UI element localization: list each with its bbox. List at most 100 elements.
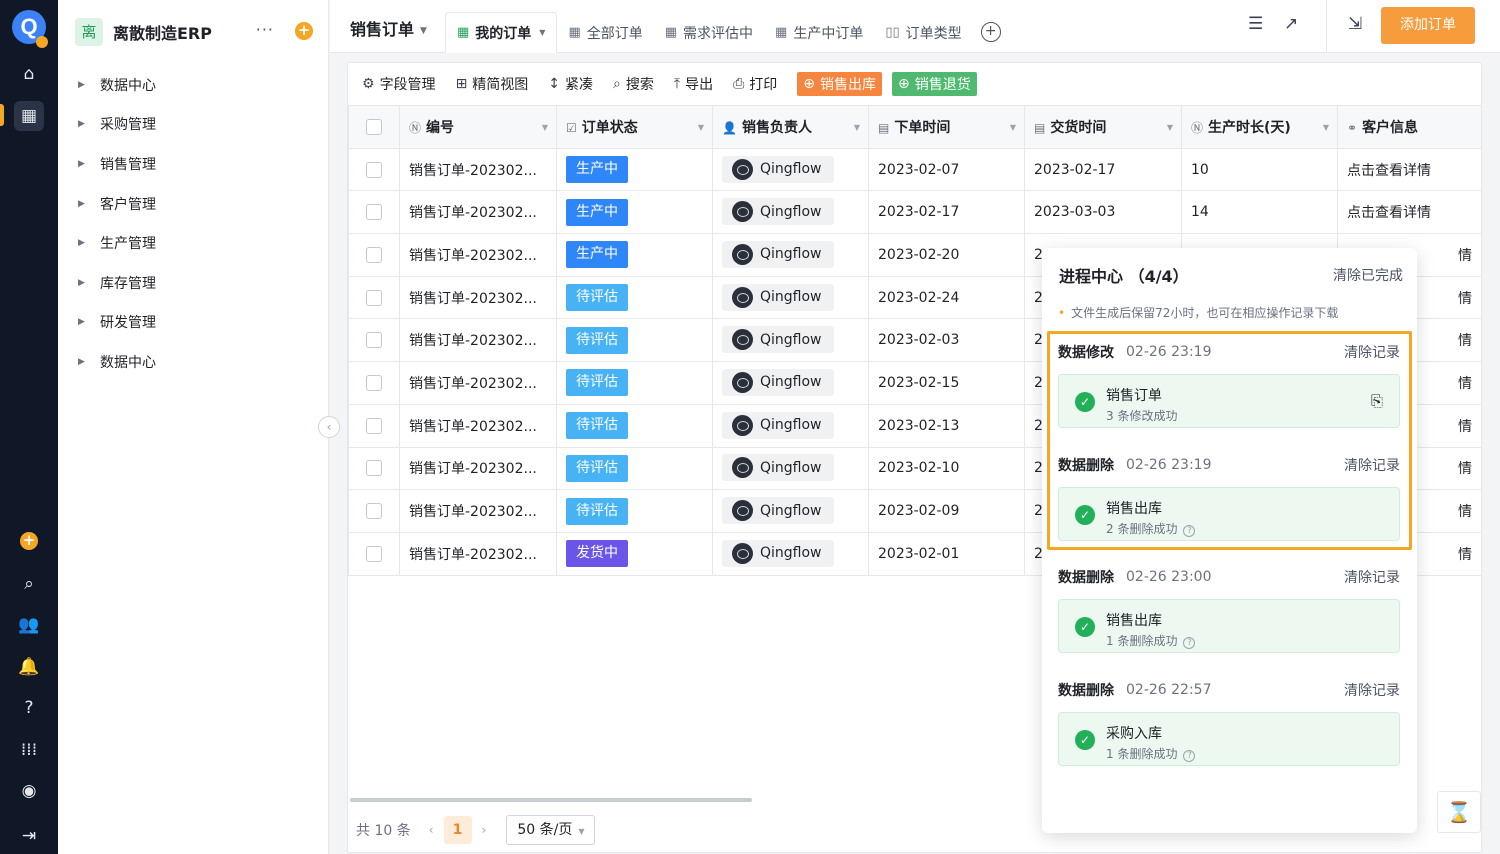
owner-chip[interactable]: Qingflow bbox=[722, 540, 834, 567]
search-button[interactable]: ⌕搜索 bbox=[613, 74, 654, 94]
order-date-cell[interactable]: 2023-02-24 bbox=[869, 276, 1025, 319]
order-id-cell[interactable]: 销售订单-202302... bbox=[400, 148, 557, 191]
menu-item[interactable]: ▶数据中心 bbox=[78, 65, 156, 105]
order-date-cell[interactable]: 2023-02-10 bbox=[869, 447, 1025, 490]
column-header[interactable]: 👤销售负责人▼ bbox=[713, 106, 869, 149]
order-date-cell[interactable]: 2023-02-03 bbox=[869, 319, 1025, 362]
horizontal-scrollbar[interactable] bbox=[350, 798, 752, 802]
prev-page-icon[interactable]: ‹ bbox=[429, 823, 434, 837]
apps-icon[interactable]: ▦ bbox=[14, 101, 44, 131]
row-checkbox[interactable] bbox=[366, 546, 382, 562]
contacts-icon[interactable]: 👥 bbox=[14, 610, 44, 640]
menu-item[interactable]: ▶研发管理 bbox=[78, 303, 156, 343]
tab-all-orders[interactable]: ▦全部订单 bbox=[557, 12, 653, 53]
delivery-date-cell[interactable]: 2023-02-17 bbox=[1025, 148, 1182, 191]
help-icon[interactable]: ? bbox=[14, 693, 44, 723]
column-header[interactable]: Ⓝ生产时长(天)▼ bbox=[1182, 106, 1338, 149]
owner-chip[interactable]: Qingflow bbox=[722, 241, 834, 268]
grid-icon[interactable]: ⁞⁞⁞ bbox=[14, 735, 44, 765]
owner-chip[interactable]: Qingflow bbox=[722, 326, 834, 353]
menu-item[interactable]: ▶销售管理 bbox=[78, 144, 156, 184]
customer-info-cell[interactable]: 点击查看详情 bbox=[1338, 148, 1482, 191]
owner-chip[interactable]: Qingflow bbox=[722, 412, 834, 439]
page-size-select[interactable]: 50 条/页▼ bbox=[506, 815, 595, 845]
column-header[interactable]: ⚭客户信息 bbox=[1338, 106, 1482, 149]
order-id-cell[interactable]: 销售订单-202302... bbox=[400, 276, 557, 319]
add-menu-button[interactable]: + bbox=[295, 22, 313, 40]
order-id-cell[interactable]: 销售订单-202302... bbox=[400, 319, 557, 362]
row-checkbox[interactable] bbox=[366, 247, 382, 263]
customer-info-cell[interactable]: 点击查看详情 bbox=[1338, 191, 1482, 234]
order-date-cell[interactable]: 2023-02-20 bbox=[869, 234, 1025, 277]
order-date-cell[interactable]: 2023-02-01 bbox=[869, 532, 1025, 575]
order-date-cell[interactable]: 2023-02-17 bbox=[869, 191, 1025, 234]
row-checkbox[interactable] bbox=[366, 290, 382, 306]
avatar-icon[interactable]: ◉ bbox=[14, 776, 44, 806]
owner-chip[interactable]: Qingflow bbox=[722, 497, 834, 524]
row-checkbox[interactable] bbox=[366, 418, 382, 434]
compact-button[interactable]: ↕紧凑 bbox=[548, 74, 593, 94]
order-id-cell[interactable]: 销售订单-202302... bbox=[400, 404, 557, 447]
select-all-checkbox[interactable] bbox=[366, 119, 382, 135]
tab-evaluating[interactable]: ▦需求评估中 bbox=[654, 12, 764, 53]
order-date-cell[interactable]: 2023-02-13 bbox=[869, 404, 1025, 447]
column-header[interactable]: ▤交货时间▼ bbox=[1025, 106, 1182, 149]
row-checkbox[interactable] bbox=[366, 332, 382, 348]
tab-in-production[interactable]: ▦生产中订单 bbox=[764, 12, 874, 53]
order-id-cell[interactable]: 销售订单-202302... bbox=[400, 234, 557, 277]
order-id-cell[interactable]: 销售订单-202302... bbox=[400, 532, 557, 575]
row-checkbox[interactable] bbox=[366, 375, 382, 391]
row-checkbox[interactable] bbox=[366, 204, 382, 220]
help-icon[interactable]: ? bbox=[1183, 637, 1195, 649]
menu-item[interactable]: ▶采购管理 bbox=[78, 105, 156, 145]
bell-icon[interactable]: 🔔 bbox=[14, 652, 44, 682]
clear-record-button[interactable]: 清除记录 bbox=[1344, 680, 1400, 700]
export-button[interactable]: ⤒导出 bbox=[674, 74, 713, 94]
order-id-cell[interactable]: 销售订单-202302... bbox=[400, 362, 557, 405]
sales-out-button[interactable]: ⊕销售出库 bbox=[797, 72, 882, 96]
row-checkbox[interactable] bbox=[366, 503, 382, 519]
row-checkbox[interactable] bbox=[366, 460, 382, 476]
field-manage-button[interactable]: ⚙字段管理 bbox=[362, 74, 436, 94]
table-row[interactable]: 销售订单-202302...生产中Qingflow2023-02-172023-… bbox=[349, 191, 1482, 234]
owner-chip[interactable]: Qingflow bbox=[722, 454, 834, 481]
menu-item[interactable]: ▶库存管理 bbox=[78, 263, 156, 303]
more-icon[interactable]: ··· bbox=[256, 20, 274, 39]
sales-return-button[interactable]: ⊕销售退货 bbox=[892, 72, 977, 96]
order-id-cell[interactable]: 销售订单-202302... bbox=[400, 490, 557, 533]
list-icon[interactable]: ☰ bbox=[1248, 14, 1263, 34]
menu-item[interactable]: ▶客户管理 bbox=[78, 184, 156, 224]
owner-chip[interactable]: Qingflow bbox=[722, 369, 834, 396]
production-days-cell[interactable]: 10 bbox=[1182, 148, 1338, 191]
owner-chip[interactable]: Qingflow bbox=[722, 284, 834, 311]
clear-record-button[interactable]: 清除记录 bbox=[1344, 567, 1400, 587]
tab-order-type[interactable]: ▯▯订单类型 bbox=[874, 12, 972, 53]
table-row[interactable]: 销售订单-202302...生产中Qingflow2023-02-072023-… bbox=[349, 148, 1482, 191]
print-button[interactable]: ⎙打印 bbox=[733, 74, 777, 94]
search-icon[interactable]: ⌕ bbox=[14, 569, 44, 599]
column-header[interactable]: ▤下单时间▼ bbox=[869, 106, 1025, 149]
add-icon[interactable]: + bbox=[20, 532, 38, 550]
current-page[interactable]: 1 bbox=[444, 816, 472, 844]
tab-my-orders[interactable]: ▦我的订单▼ bbox=[445, 12, 557, 53]
menu-item[interactable]: ▶生产管理 bbox=[78, 223, 156, 263]
page-title[interactable]: 销售订单▼ bbox=[350, 16, 427, 40]
next-page-icon[interactable]: › bbox=[482, 823, 487, 837]
collapse-sidebar-icon[interactable]: ‹ bbox=[318, 416, 340, 438]
app-logo[interactable]: Q bbox=[12, 10, 46, 44]
home-icon[interactable]: ⌂ bbox=[14, 59, 44, 89]
column-header[interactable]: ☑订单状态▼ bbox=[557, 106, 713, 149]
clear-completed-button[interactable]: 清除已完成 bbox=[1333, 265, 1403, 285]
owner-chip[interactable]: Qingflow bbox=[722, 156, 834, 183]
order-id-cell[interactable]: 销售订单-202302... bbox=[400, 191, 557, 234]
order-date-cell[interactable]: 2023-02-07 bbox=[869, 148, 1025, 191]
column-header[interactable]: Ⓝ编号▼ bbox=[400, 106, 557, 149]
order-date-cell[interactable]: 2023-02-09 bbox=[869, 490, 1025, 533]
menu-item[interactable]: ▶数据中心 bbox=[78, 342, 156, 382]
owner-chip[interactable]: Qingflow bbox=[722, 198, 834, 225]
help-icon[interactable]: ? bbox=[1183, 750, 1195, 762]
order-date-cell[interactable]: 2023-02-15 bbox=[869, 362, 1025, 405]
simple-view-button[interactable]: ⊞精简视图 bbox=[456, 74, 529, 94]
hourglass-icon[interactable]: ⌛ bbox=[1437, 791, 1481, 833]
delivery-date-cell[interactable]: 2023-03-03 bbox=[1025, 191, 1182, 234]
